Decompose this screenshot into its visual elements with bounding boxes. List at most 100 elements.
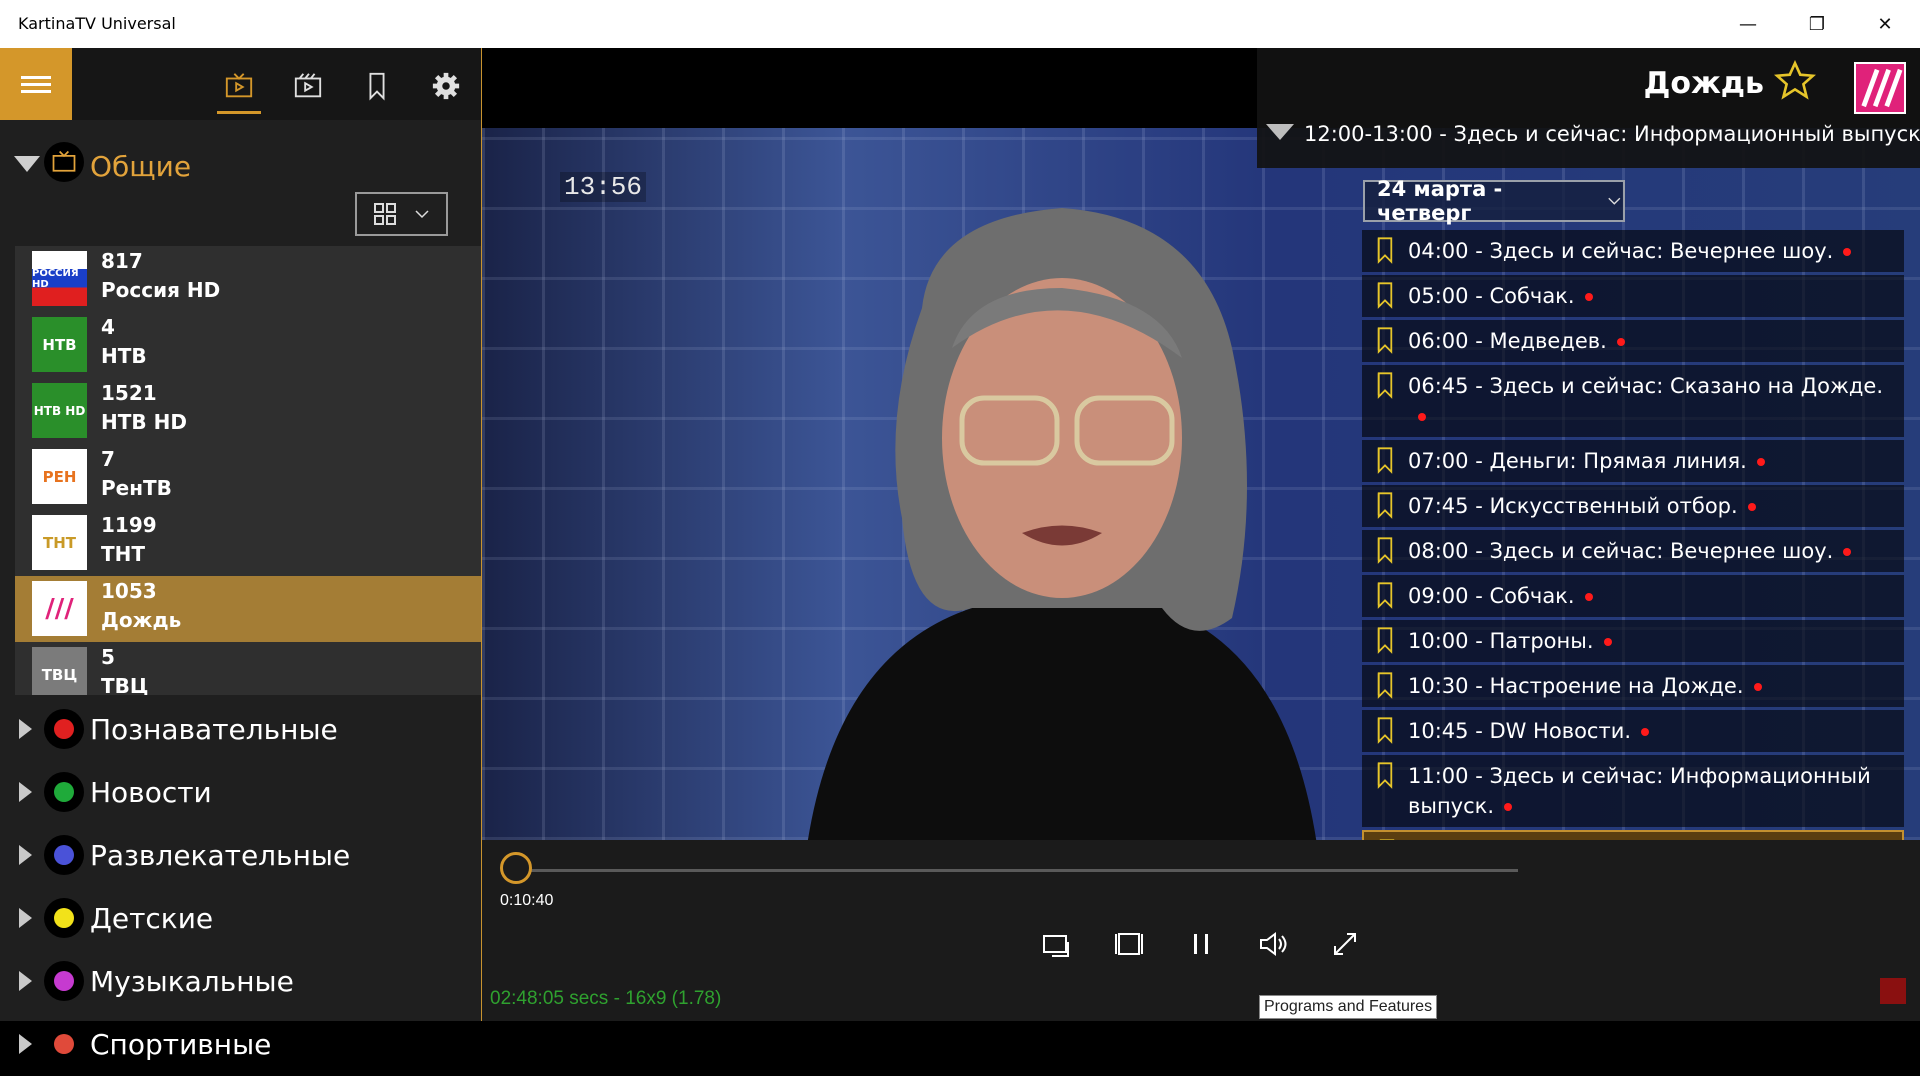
seek-thumb[interactable]: [500, 852, 532, 884]
expand-triangle-icon[interactable]: [19, 845, 32, 865]
bookmark-icon[interactable]: [1362, 665, 1408, 699]
category-item[interactable]: Познавательные: [0, 698, 481, 761]
channel-row[interactable]: РОССИЯ HD 817 Россия HD: [15, 246, 481, 312]
program-row[interactable]: 10:00 - Патроны.: [1362, 620, 1904, 662]
video-archive-icon[interactable]: [284, 62, 332, 110]
channel-name: НТВ: [101, 344, 147, 368]
fullscreen-icon[interactable]: [1323, 922, 1367, 966]
expand-triangle-icon[interactable]: [19, 908, 32, 928]
date-label: 24 марта - четверг: [1377, 178, 1503, 225]
bookmark-icon[interactable]: [1362, 710, 1408, 744]
category-item[interactable]: Музыкальные: [0, 950, 481, 1013]
chevron-down-icon: [414, 210, 429, 219]
video-person-image: [807, 208, 1317, 840]
record-dot-icon: [1641, 728, 1650, 736]
close-button[interactable]: ✕: [1850, 0, 1920, 48]
bookmark-icon[interactable]: [1362, 320, 1408, 354]
program-row[interactable]: 07:00 - Деньги: Прямая линия.: [1362, 440, 1904, 482]
bookmark-icon[interactable]: [1362, 485, 1408, 519]
date-dropdown[interactable]: 24 марта - четверг: [1363, 178, 1625, 225]
category-label: Музыкальные: [90, 965, 294, 998]
person-icon: [44, 772, 84, 812]
channel-row[interactable]: ТНТ 1199 ТНТ: [15, 510, 481, 576]
bookmark-icon[interactable]: [1362, 365, 1408, 399]
record-dot-icon: [1418, 413, 1426, 421]
program-row[interactable]: 04:00 - Здесь и сейчас: Вечернее шоу.: [1362, 230, 1904, 272]
channel-row[interactable]: РЕН 7 РенТВ: [15, 444, 481, 510]
player-controls: 0:10:40 02:48:05 secs - 16x9 (1.78): [482, 840, 1920, 1021]
channel-row[interactable]: /// 1053 Дождь: [15, 576, 481, 642]
window-title: KartinaTV Universal: [18, 14, 176, 33]
program-row[interactable]: 08:00 - Здесь и сейчас: Вечернее шоу.: [1362, 530, 1904, 572]
channel-row[interactable]: ТВЦ 5 ТВЦ: [15, 642, 481, 695]
cast-icon[interactable]: [1035, 922, 1079, 966]
program-row[interactable]: 05:00 - Собчак.: [1362, 275, 1904, 317]
bookmark-icon[interactable]: [353, 62, 401, 110]
channel-number: 7: [101, 447, 115, 471]
expand-triangle-icon[interactable]: [19, 782, 32, 802]
bookmark-icon[interactable]: [1362, 755, 1408, 789]
taskbar-tooltip: Programs and Features: [1259, 995, 1438, 1019]
bookmark-icon[interactable]: [1362, 530, 1408, 564]
category-item[interactable]: Спортивные: [0, 1013, 481, 1076]
now-playing-collapse-icon[interactable]: [1266, 124, 1294, 140]
view-mode-dropdown[interactable]: [355, 192, 448, 236]
bookmark-icon[interactable]: [1362, 575, 1408, 609]
category-label: Познавательные: [90, 713, 338, 746]
expand-triangle-icon[interactable]: [19, 1034, 32, 1054]
channel-logo: РОССИЯ HD: [32, 251, 87, 306]
category-item[interactable]: Детские: [0, 887, 481, 950]
volume-icon[interactable]: [1251, 922, 1295, 966]
record-dot-icon: [1747, 503, 1756, 511]
minimize-button[interactable]: —: [1713, 0, 1783, 48]
channel-name: РенТВ: [101, 476, 172, 500]
channel-name: Россия HD: [101, 278, 221, 302]
category-item[interactable]: Новости: [0, 761, 481, 824]
bookmark-icon[interactable]: [1362, 620, 1408, 654]
ball-icon: [44, 1024, 84, 1064]
bookmark-icon[interactable]: [1362, 275, 1408, 309]
channel-logo: ТНТ: [32, 515, 87, 570]
hamburger-menu-button[interactable]: [0, 48, 72, 120]
record-dot-icon: [1616, 338, 1625, 346]
channel-number: 817: [101, 249, 143, 273]
category-label: Спортивные: [90, 1028, 272, 1061]
category-label: Детские: [90, 902, 214, 935]
program-title: 04:00 - Здесь и сейчас: Вечернее шоу.: [1408, 239, 1834, 263]
favorite-star-icon[interactable]: [1773, 59, 1817, 106]
record-dot-icon: [1584, 293, 1593, 301]
program-row[interactable]: 07:45 - Искусственный отбор.: [1362, 485, 1904, 527]
bookmark-icon[interactable]: [1362, 230, 1408, 264]
bookmark-icon[interactable]: [1362, 440, 1408, 474]
channel-name: ТНТ: [101, 542, 146, 566]
music-note-icon: [44, 961, 84, 1001]
channel-logo: РЕН: [32, 449, 87, 504]
settings-icon[interactable]: [422, 62, 470, 110]
channel-number: 1053: [101, 579, 157, 603]
channel-row[interactable]: НТВ HD 1521 НТВ HD: [15, 378, 481, 444]
program-row[interactable]: 10:30 - Настроение на Дожде.: [1362, 665, 1904, 707]
collapse-triangle-icon[interactable]: [14, 156, 40, 172]
program-row[interactable]: 10:45 - DW Новости.: [1362, 710, 1904, 752]
category-item[interactable]: Развлекательные: [0, 824, 481, 887]
expand-triangle-icon[interactable]: [19, 719, 32, 739]
program-row[interactable]: 09:00 - Собчак.: [1362, 575, 1904, 617]
aspect-ratio-icon[interactable]: [1107, 922, 1151, 966]
program-row[interactable]: 06:45 - Здесь и сейчас: Сказано на Дожде…: [1362, 365, 1904, 437]
chevron-down-icon: [1608, 197, 1621, 205]
channel-name: Дождь: [101, 608, 182, 632]
record-dot-icon: [1843, 548, 1852, 556]
group-header[interactable]: Общие: [0, 120, 481, 200]
program-title: 05:00 - Собчак.: [1408, 284, 1575, 308]
smiley-icon: [44, 898, 84, 938]
program-title: 07:45 - Искусственный отбор.: [1408, 494, 1738, 518]
channel-row[interactable]: НТВ 4 НТВ: [15, 312, 481, 378]
pause-icon[interactable]: [1179, 922, 1223, 966]
program-row[interactable]: 06:00 - Медведев.: [1362, 320, 1904, 362]
expand-triangle-icon[interactable]: [19, 971, 32, 991]
seek-bar[interactable]: [518, 869, 1518, 872]
maximize-button[interactable]: ❐: [1782, 0, 1852, 48]
program-row[interactable]: 11:00 - Здесь и сейчас: Информационный в…: [1362, 755, 1904, 827]
live-tv-icon[interactable]: [215, 62, 263, 114]
channel-header: Дождь 12:00-13:00 - Здесь и сейчас: Инфо…: [1257, 48, 1920, 168]
